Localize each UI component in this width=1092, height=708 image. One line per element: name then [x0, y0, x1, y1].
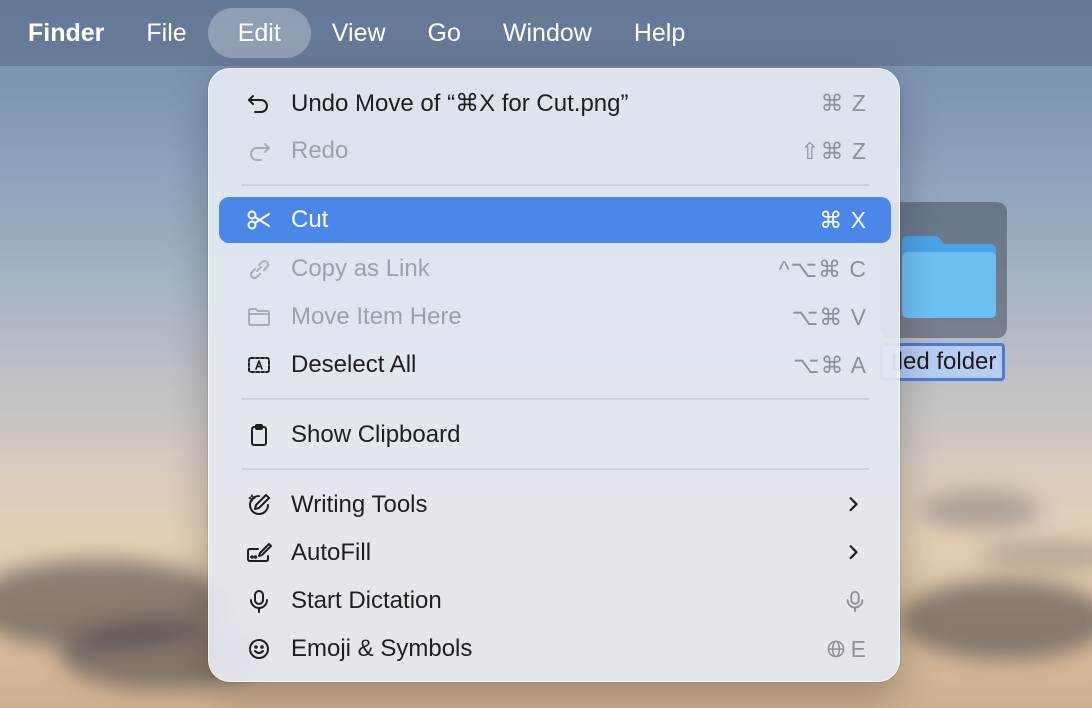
menu-item-deselect-all[interactable]: Deselect All ⌥⌘ A: [219, 342, 891, 388]
folder-icon: [245, 303, 273, 331]
menu-finder[interactable]: Finder: [0, 8, 125, 58]
chevron-right-icon: [843, 542, 865, 571]
folder-icon: [902, 236, 996, 318]
menu-item-label: Copy as Link: [291, 255, 430, 282]
shortcut: ⌥⌘ A: [793, 351, 867, 378]
shortcut: ⌘ X: [819, 206, 867, 233]
menu-item-label: Move Item Here: [291, 303, 462, 330]
separator: [241, 184, 869, 186]
microphone-icon: [245, 587, 273, 615]
menu-go[interactable]: Go: [407, 8, 482, 58]
cloud: [920, 490, 1040, 530]
shortcut-key: E: [850, 635, 867, 662]
cloud: [980, 540, 1092, 570]
menu-bar: Finder File Edit View Go Window Help: [0, 0, 1092, 66]
separator: [241, 468, 869, 470]
shortcut: E: [825, 636, 867, 663]
microphone-icon: [843, 589, 867, 619]
menu-item-redo[interactable]: Redo ⇧⌘ Z: [219, 128, 891, 174]
menu-item-autofill[interactable]: AutoFill: [219, 530, 891, 576]
cloud: [900, 580, 1092, 660]
smiley-icon: [245, 635, 273, 663]
menu-window[interactable]: Window: [482, 8, 613, 58]
menu-item-label: Redo: [291, 137, 349, 164]
menu-item-start-dictation[interactable]: Start Dictation: [219, 578, 891, 624]
separator: [241, 398, 869, 400]
select-all-icon: [245, 351, 273, 379]
menu-item-label: Cut: [291, 206, 329, 233]
menu-file[interactable]: File: [125, 8, 207, 58]
menu-item-label: AutoFill: [291, 539, 372, 566]
menu-item-copy-as-link[interactable]: Copy as Link ^⌥⌘ C: [219, 246, 891, 292]
undo-icon: [245, 89, 273, 117]
writing-tools-icon: [245, 491, 273, 519]
menu-item-label: Writing Tools: [291, 491, 428, 518]
menu-item-emoji-symbols[interactable]: Emoji & Symbols E: [219, 626, 891, 672]
globe-icon: [827, 640, 845, 658]
clipboard-icon: [245, 421, 273, 449]
menu-item-label: Emoji & Symbols: [291, 635, 473, 662]
menu-item-label: Start Dictation: [291, 587, 442, 614]
redo-icon: [245, 137, 273, 165]
menu-item-label: Show Clipboard: [291, 421, 461, 448]
menu-item-label: Deselect All: [291, 351, 417, 378]
shortcut: ⌥⌘ V: [791, 303, 867, 330]
scissors-icon: [245, 206, 273, 234]
menu-item-undo[interactable]: Undo Move of “⌘X for Cut.png” ⌘ Z: [219, 80, 891, 126]
menu-item-show-clipboard[interactable]: Show Clipboard: [219, 412, 891, 458]
edit-menu: Undo Move of “⌘X for Cut.png” ⌘ Z Redo ⇧…: [208, 68, 900, 682]
shortcut: ⌘ Z: [820, 89, 867, 116]
menu-item-move-item-here[interactable]: Move Item Here ⌥⌘ V: [219, 294, 891, 340]
menu-view[interactable]: View: [311, 8, 407, 58]
link-icon: [245, 255, 273, 283]
menu-item-label: Undo Move of “⌘X for Cut.png”: [291, 89, 629, 117]
menu-edit[interactable]: Edit: [207, 8, 311, 58]
chevron-right-icon: [843, 494, 865, 523]
menu-item-cut[interactable]: Cut ⌘ X: [219, 197, 891, 243]
menu-item-writing-tools[interactable]: Writing Tools: [219, 482, 891, 528]
shortcut: ^⌥⌘ C: [778, 255, 867, 282]
menu-help[interactable]: Help: [613, 8, 706, 58]
autofill-icon: [245, 539, 273, 567]
shortcut: ⇧⌘ Z: [800, 137, 867, 164]
